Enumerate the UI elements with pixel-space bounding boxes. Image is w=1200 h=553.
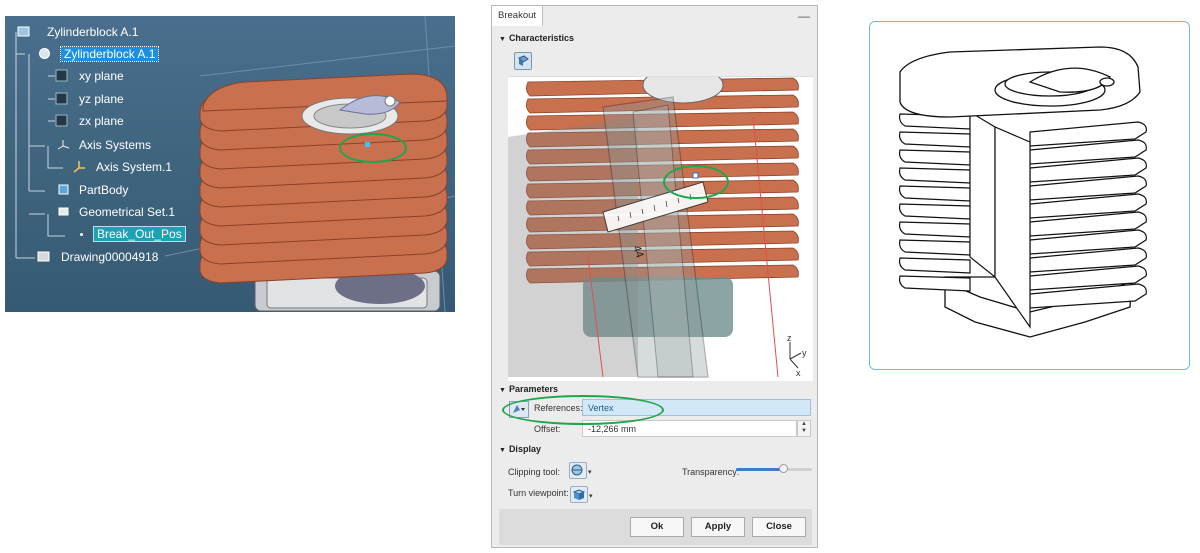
specification-tree-panel: Zylinderblock A.1 Zylinderblock A.1 xy p… <box>5 16 455 312</box>
axis-y-label: y <box>802 348 807 358</box>
cube-view-icon <box>572 489 586 500</box>
axis-systems-icon <box>57 140 70 150</box>
turn-viewpoint-label: Turn viewpoint: <box>508 488 569 498</box>
dialog-title-tab[interactable]: Breakout <box>492 6 544 26</box>
product-icon <box>17 26 30 37</box>
partbody-icon <box>58 184 69 195</box>
tree-node-break-out-pos[interactable]: Break_Out_Pos <box>93 226 186 242</box>
tree-node-zx-plane[interactable]: zx plane <box>79 114 124 128</box>
tree-part[interactable]: Zylinderblock A.1 <box>59 46 160 62</box>
clipping-tool-label: Clipping tool: <box>508 467 561 477</box>
axis-triad: z y x <box>787 333 807 378</box>
references-type-button[interactable] <box>509 401 529 418</box>
collapse-triangle-icon: ▼ <box>499 447 506 454</box>
plane-icon <box>55 114 68 127</box>
turn-viewpoint-button[interactable] <box>570 486 588 503</box>
display-label: Display <box>508 444 541 454</box>
axis-system-icon <box>73 161 85 173</box>
plane-icon <box>55 69 68 82</box>
parameters-label: Parameters <box>508 384 558 394</box>
transparency-slider-fill <box>736 468 784 471</box>
characteristics-header[interactable]: ▼ Characteristics <box>499 33 574 43</box>
transparency-slider[interactable] <box>736 464 812 473</box>
clipping-tool-icon <box>571 464 583 476</box>
apply-button[interactable]: Apply <box>691 517 745 537</box>
drawing-fin-left <box>898 185 971 202</box>
chevron-down-icon[interactable]: ▾ <box>589 492 593 500</box>
breakout-drawing <box>898 46 1147 338</box>
drawing-fin-left <box>898 275 971 292</box>
minimize-button[interactable]: — <box>798 9 810 23</box>
close-button[interactable]: Close <box>752 517 806 537</box>
drawing-fin-left <box>898 149 971 166</box>
breakout-type-icon[interactable] <box>514 52 532 70</box>
drawing-fin-left <box>898 203 971 220</box>
selected-vertex[interactable] <box>365 142 370 147</box>
offset-stepper[interactable]: ▲ ▼ <box>797 420 811 437</box>
offset-label: Offset: <box>534 424 561 434</box>
drawing-icon <box>37 251 50 262</box>
drawing-fin-left <box>898 257 971 274</box>
clipping-tool-button[interactable] <box>569 462 587 479</box>
transparency-label: Transparency: <box>682 467 740 477</box>
tree-root[interactable]: Zylinderblock A.1 <box>47 25 138 39</box>
offset-field[interactable] <box>582 420 797 437</box>
drawing-fin-left <box>898 131 971 148</box>
plane-icon <box>55 92 68 105</box>
drawing-fin-left <box>898 221 971 238</box>
tree-node-geometrical-set[interactable]: Geometrical Set.1 <box>79 205 175 219</box>
tree-node-yz-plane[interactable]: yz plane <box>79 92 124 106</box>
preview-vertex[interactable] <box>692 172 699 179</box>
tree-node-drawing[interactable]: Drawing00004918 <box>61 250 158 264</box>
axis-x-label: x <box>796 368 801 378</box>
drawing-fin-left <box>898 239 971 256</box>
breakout-dialog: Breakout — ▼ Characteristics 44 z y x ▼ … <box>491 5 818 548</box>
tree-node-xy-plane[interactable]: xy plane <box>79 69 124 83</box>
ok-button[interactable]: Ok <box>630 517 684 537</box>
display-header[interactable]: ▼ Display <box>499 444 541 454</box>
part-icon <box>39 48 50 59</box>
references-field[interactable] <box>582 399 811 416</box>
drawing-top <box>899 46 1141 118</box>
drawing-view-panel <box>869 21 1190 370</box>
tree-node-axis-system-1[interactable]: Axis System.1 <box>96 160 172 174</box>
dialog-button-bar: Ok Apply Close <box>499 509 812 545</box>
collapse-triangle-icon: ▼ <box>499 36 506 43</box>
transparency-slider-thumb[interactable] <box>779 464 789 473</box>
parameters-header[interactable]: ▼ Parameters <box>499 384 558 394</box>
collapse-triangle-icon: ▼ <box>499 387 506 394</box>
characteristics-label: Characteristics <box>508 33 574 43</box>
tree-node-partbody[interactable]: PartBody <box>79 183 128 197</box>
geometrical-set-icon <box>58 207 69 216</box>
tree-node-axis-systems[interactable]: Axis Systems <box>79 138 151 152</box>
point-icon <box>80 233 83 236</box>
axis-z-label: z <box>787 333 792 343</box>
chevron-down-icon[interactable]: ▾ <box>588 468 592 476</box>
breakout-preview-viewport[interactable]: 44 z y x <box>508 76 813 381</box>
references-label: References: <box>534 403 583 413</box>
drawing-fin-left <box>898 167 971 184</box>
